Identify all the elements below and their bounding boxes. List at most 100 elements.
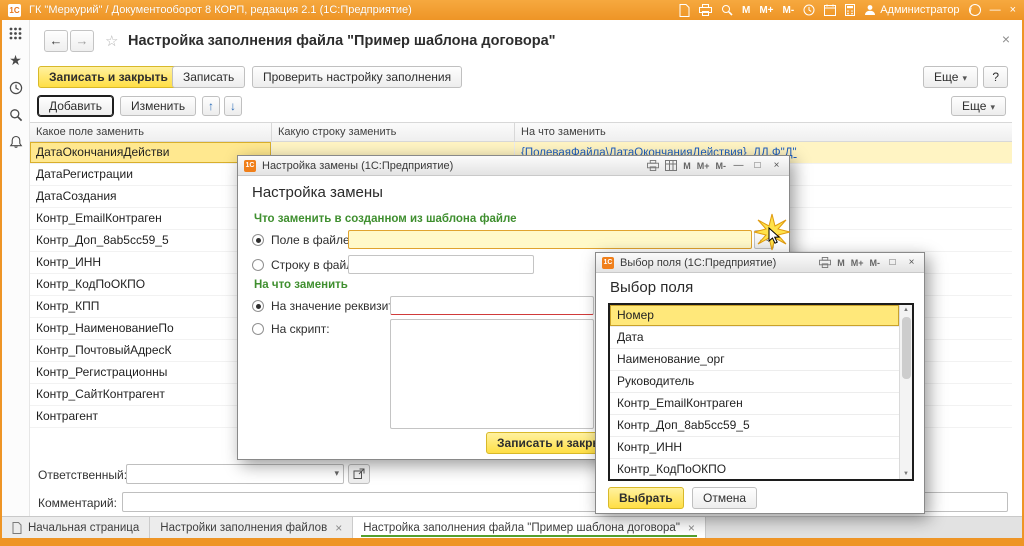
field-radio-label: Поле в файле: (271, 233, 353, 247)
tab-close-icon[interactable]: × (335, 521, 342, 535)
field-list-item[interactable]: Контр_Доп_8ab5cc59_5 (610, 415, 899, 437)
table-more-label: Еще (962, 99, 986, 113)
field-list-item[interactable]: Контр_КодПоОКПО (610, 459, 899, 481)
magnifier-icon[interactable] (721, 4, 733, 16)
tab-home[interactable]: Начальная страница (2, 517, 150, 538)
table-header: Какое поле заменить Какую строку заменит… (30, 122, 1012, 142)
form-close-icon[interactable]: × (1002, 31, 1010, 47)
tab-fill-settings-list[interactable]: Настройки заполнения файлов × (150, 517, 353, 538)
save-button[interactable]: Записать (172, 66, 245, 88)
search-icon[interactable] (2, 101, 29, 128)
string-in-file-input[interactable] (348, 255, 534, 274)
memory-m-plus-button[interactable]: М+ (697, 161, 710, 171)
field-list-item[interactable]: Контр_EmailКонтраген (610, 393, 899, 415)
field-list-item[interactable]: Дата (610, 327, 899, 349)
field-list-item[interactable]: Контр_ИНН (610, 437, 899, 459)
memory-m-button[interactable]: М (837, 258, 845, 268)
responsible-open-button[interactable] (348, 464, 370, 484)
field-list-item[interactable]: Номер (610, 305, 899, 327)
cell-field: Контр_ИНН (30, 252, 272, 274)
field-select-dialog: 1С Выбор поля (1С:Предприятие) М М+ М- □… (595, 252, 925, 514)
history-clock-icon[interactable] (2, 74, 29, 101)
memory-m-minus-button[interactable]: М- (716, 161, 727, 171)
1c-logo-text: 1С (9, 6, 19, 15)
calendar-icon[interactable] (824, 4, 836, 16)
select-button[interactable]: Выбрать (608, 487, 684, 509)
check-fill-settings-button[interactable]: Проверить настройку заполнения (252, 66, 462, 88)
notifications-bell-icon[interactable] (2, 128, 29, 155)
cancel-button[interactable]: Отмена (692, 487, 757, 509)
memory-m-minus-button[interactable]: M- (783, 5, 795, 16)
field-in-file-input[interactable] (348, 230, 752, 249)
printer-icon[interactable] (819, 257, 831, 268)
open-link-icon (353, 468, 365, 480)
dialog-close-icon[interactable]: × (770, 160, 783, 171)
minimize-icon[interactable]: — (990, 0, 1001, 20)
help-button[interactable]: ? (983, 66, 1008, 88)
field-radio-row: Поле в файле: (252, 230, 353, 249)
memory-m-plus-button[interactable]: М+ (851, 258, 864, 268)
info-icon[interactable]: i (969, 4, 981, 16)
dialog-minimize-icon[interactable]: — (732, 160, 745, 171)
table-grid-icon[interactable] (665, 160, 677, 171)
person-icon (864, 4, 876, 16)
field-list-items: НомерДатаНаименование_оргРуководительКон… (610, 305, 912, 481)
scroll-down-icon[interactable]: ▼ (900, 471, 912, 477)
more-actions-button[interactable]: Еще▾ (923, 66, 978, 88)
window-title: ГК "Меркурий" / Документооборот 8 КОРП, … (29, 4, 412, 16)
scroll-up-icon[interactable]: ▲ (900, 307, 912, 313)
memory-m-button[interactable]: М (683, 161, 691, 171)
edit-button[interactable]: Изменить (120, 96, 196, 116)
field-list-item[interactable]: Руководитель (610, 371, 899, 393)
cell-field: Контр_Регистрационны (30, 362, 272, 384)
script-radio[interactable] (252, 323, 264, 335)
tab-close-icon[interactable]: × (688, 521, 695, 535)
string-radio[interactable] (252, 259, 264, 271)
favorites-star-icon[interactable]: ★ (2, 47, 29, 74)
attribute-value-input[interactable] (390, 296, 594, 315)
printer-icon[interactable] (699, 4, 712, 16)
more-label: Еще (934, 70, 958, 84)
window-border-bottom (0, 538, 1024, 546)
current-user-menu[interactable]: Администратор (864, 4, 959, 16)
memory-m-minus-button[interactable]: М- (870, 258, 881, 268)
column-header-field[interactable]: Какое поле заменить (30, 123, 272, 141)
column-header-replace[interactable]: На что заменить (515, 123, 1012, 141)
script-radio-label: На скрипт: (271, 322, 330, 336)
memory-m-plus-button[interactable]: M+ (759, 5, 773, 16)
table-more-button[interactable]: Еще▾ (951, 96, 1006, 116)
field-list-item[interactable]: Наименование_орг (610, 349, 899, 371)
close-icon[interactable]: × (1010, 0, 1016, 20)
responsible-input[interactable]: ▾ (126, 464, 344, 484)
clock-icon[interactable] (803, 4, 815, 16)
dialog-titlebar[interactable]: 1С Настройка замены (1С:Предприятие) М М… (238, 156, 789, 176)
move-down-button[interactable]: ↓ (224, 96, 242, 116)
add-button[interactable]: Добавить (38, 96, 113, 116)
1c-logo-text: 1С (604, 259, 613, 266)
dialog-maximize-icon[interactable]: □ (886, 257, 899, 268)
forward-button[interactable]: → (70, 30, 94, 52)
favorite-toggle-icon[interactable]: ☆ (105, 32, 118, 50)
field-choose-button[interactable]: … (754, 230, 774, 249)
combo-chevron-down-icon[interactable]: ▾ (334, 468, 339, 479)
string-radio-row: Строку в файле: (252, 255, 363, 274)
1c-dialog-icon: 1С (602, 257, 614, 269)
dialog-titlebar[interactable]: 1С Выбор поля (1С:Предприятие) М М+ М- □… (596, 253, 924, 273)
document-icon[interactable] (679, 4, 690, 17)
dialog-maximize-icon[interactable]: □ (751, 160, 764, 171)
column-header-string[interactable]: Какую строку заменить (272, 123, 515, 141)
field-radio[interactable] (252, 234, 264, 246)
tab-fill-setting-current[interactable]: Настройка заполнения файла "Пример шабло… (353, 517, 706, 538)
save-and-close-button[interactable]: Записать и закрыть (38, 66, 179, 88)
script-textarea[interactable] (390, 319, 594, 429)
memory-m-button[interactable]: M (742, 5, 750, 16)
attribute-value-radio[interactable] (252, 300, 264, 312)
calculator-icon[interactable] (845, 4, 855, 16)
dialog-close-icon[interactable]: × (905, 257, 918, 268)
printer-icon[interactable] (647, 160, 659, 171)
scrollbar-thumb[interactable] (902, 317, 911, 379)
move-up-button[interactable]: ↑ (202, 96, 220, 116)
tools-menu-icon[interactable] (2, 20, 29, 47)
scrollbar[interactable]: ▲ ▼ (899, 305, 912, 479)
back-button[interactable]: ← (44, 30, 68, 52)
